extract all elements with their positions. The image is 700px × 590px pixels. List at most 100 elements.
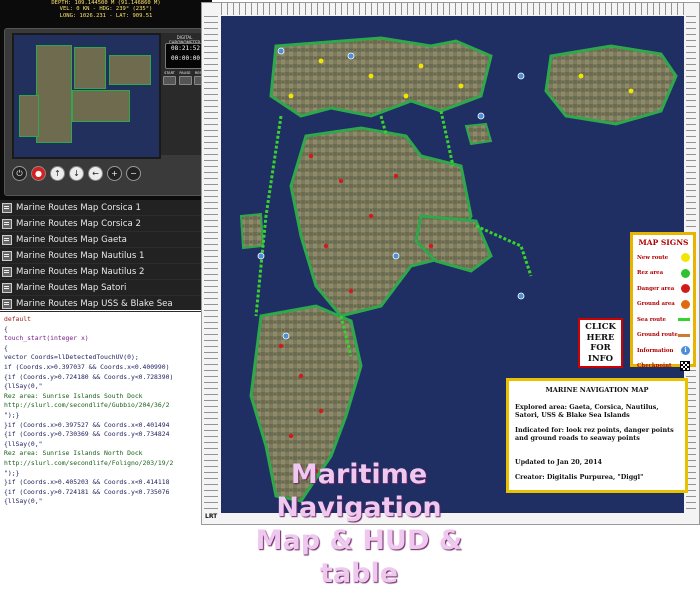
- pause-button[interactable]: PAUSE: [178, 71, 192, 85]
- notecard-icon: [2, 282, 12, 293]
- legend-label: Rez area: [637, 270, 664, 277]
- legend-label: Danger area: [637, 285, 675, 292]
- script-line: {llSay(0,": [4, 497, 43, 506]
- legend-row: Ground area: [637, 297, 690, 313]
- script-line: {if (Coords.y>0.724181 && Coords.y<0.735…: [4, 487, 170, 496]
- legend-row: Ground route: [637, 328, 690, 344]
- script-line: Rez area: Sunrise Islands South Dock: [4, 391, 143, 400]
- menu-item-corsica-1[interactable]: Marine Routes Map Corsica 1: [0, 200, 212, 216]
- info-title: MARINE NAVIGATION MAP: [545, 386, 649, 394]
- script-line: http://slurl.com/secondlife/Foligno/203/…: [4, 458, 174, 467]
- zoom-out-icon[interactable]: −: [126, 165, 141, 181]
- info-indicated: Indicated for: look rez points, danger p…: [515, 426, 674, 442]
- script-line: http://slurl.com/secondlife/Gubbio/204/3…: [4, 401, 170, 410]
- information-icon: i: [681, 346, 690, 356]
- down-arrow-icon[interactable]: ↓: [69, 165, 84, 181]
- notecard-icon: [2, 250, 12, 261]
- script-line: touch_start(integer x): [4, 334, 89, 343]
- hud-minimap[interactable]: [12, 33, 161, 159]
- legend-dot-icon: [681, 268, 690, 278]
- zoom-in-icon[interactable]: +: [107, 165, 122, 181]
- map-ruler-top: [221, 3, 684, 15]
- map-ruler-left: [204, 16, 218, 513]
- checkpoint-icon: [680, 361, 690, 372]
- legend-row: Rez area: [637, 266, 690, 282]
- legend-line-icon: [678, 318, 690, 322]
- info-explored: Explored area: Gaeta, Corsica, Nautilus,…: [515, 403, 659, 419]
- script-line: {: [4, 324, 8, 333]
- menu-item-satori[interactable]: Marine Routes Map Satori: [0, 280, 212, 296]
- menu-item-label: Marine Routes Map Nautilus 1: [16, 250, 145, 261]
- hud-button-row: ⏻ ● ↑ ↓ ← + −: [12, 160, 208, 186]
- menu-item-gaeta[interactable]: Marine Routes Map Gaeta: [0, 232, 212, 248]
- up-arrow-icon[interactable]: ↑: [50, 165, 65, 181]
- map-corner-label: LRT: [205, 513, 218, 520]
- notecard-icon: [2, 218, 12, 229]
- menu-item-label: Marine Routes Map USS & Blake Sea: [16, 298, 173, 309]
- notecard-icon: [2, 234, 12, 245]
- legend-dot-icon: [681, 253, 690, 263]
- notecard-icon: [2, 298, 12, 309]
- script-line: default: [4, 315, 31, 323]
- legend-label: Checkpoint: [637, 363, 672, 370]
- islet: [239, 212, 265, 250]
- click-for-info-button[interactable]: CLICK HERE FOR INFO: [578, 318, 623, 368]
- position-readout: LONG: 1026.231 - LAT: 909.51: [59, 12, 153, 19]
- menu-item-label: Marine Routes Map Nautilus 2: [16, 266, 145, 277]
- legend-row: Information i: [637, 343, 690, 359]
- script-line: {: [4, 343, 8, 352]
- click-line-4: INFO: [587, 353, 614, 364]
- minimap-island: [36, 45, 72, 143]
- minimap-island: [72, 90, 130, 122]
- menu-item-uss-blake-sea[interactable]: Marine Routes Map USS & Blake Sea: [0, 296, 212, 312]
- menu-item-nautilus-2[interactable]: Marine Routes Map Nautilus 2: [0, 264, 212, 280]
- script-line: {if (Coords.y>0.730369 && Coords.y<0.734…: [4, 430, 170, 439]
- legend-title: MAP SIGNS: [638, 238, 689, 247]
- hud-readout: DEPTH: 109.144500 M (91.146860 M) VEL: 0…: [0, 0, 212, 19]
- menu-item-nautilus-1[interactable]: Marine Routes Map Nautilus 1: [0, 248, 212, 264]
- left-arrow-icon[interactable]: ←: [88, 165, 103, 181]
- script-line: {if (Coords.y>0.724180 && Coords.y<0.728…: [4, 372, 174, 381]
- timer-button-label: START: [164, 71, 175, 75]
- power-icon[interactable]: ⏻: [12, 165, 27, 181]
- menu-item-label: Marine Routes Map Satori: [16, 282, 127, 293]
- map-signs-legend: MAP SIGNS New route Rez area Danger area Gr…: [630, 232, 696, 372]
- script-line: ");}: [4, 468, 20, 477]
- legend-dot-icon: [681, 284, 690, 294]
- clock-time: 08:21:52: [171, 45, 200, 52]
- click-line-2: HERE: [586, 332, 615, 343]
- script-line: {llSay(0,": [4, 439, 43, 448]
- legend-row: Sea route: [637, 312, 690, 328]
- legend-row: Danger area: [637, 281, 690, 297]
- stop-icon[interactable]: ●: [31, 165, 46, 181]
- script-line: vector Coords=llDetectedTouchUV(0);: [4, 353, 139, 362]
- menu-item-label: Marine Routes Map Corsica 2: [16, 218, 141, 229]
- island-north: [269, 36, 493, 118]
- map-info-box: MARINE NAVIGATION MAP Explored area: Gae…: [506, 378, 688, 493]
- menu-item-corsica-2[interactable]: Marine Routes Map Corsica 2: [0, 216, 212, 232]
- islet: [464, 122, 493, 146]
- script-line: }if (Coords.x>0.405203 && Coords.x<0.414…: [4, 478, 170, 487]
- click-line-3: FOR: [590, 343, 611, 353]
- clock-timer: 00:00:00: [171, 55, 200, 62]
- start-button[interactable]: START: [163, 71, 176, 85]
- script-line: if (Coords.x>0.397037 && Coords.x<0.4009…: [4, 362, 170, 371]
- legend-row: New route: [637, 250, 690, 266]
- legend-dot-icon: [681, 299, 690, 309]
- chronometer-display: 08:21:52 00:00:00: [165, 43, 206, 69]
- legend-line-icon: [678, 333, 690, 337]
- menu-item-label: Marine Routes Map Gaeta: [16, 234, 127, 245]
- overlay-title-line-2: Map & HUD & table: [255, 525, 463, 589]
- legend-label: Ground area: [637, 301, 675, 308]
- script-line: }if (Coords.x>0.397527 && Coords.x<0.401…: [4, 420, 170, 429]
- minimap-island: [74, 47, 106, 89]
- script-line: ");}: [4, 410, 20, 419]
- lsl-script-panel[interactable]: default{touch_start(integer x){vector Co…: [0, 312, 212, 525]
- legend-row: Checkpoint: [637, 359, 690, 375]
- info-creator: Creator: Digitalis Purpurea, "Diggl": [515, 473, 644, 481]
- menu-item-label: Marine Routes Map Corsica 1: [16, 202, 141, 213]
- timer-button-label: PAUSE: [179, 71, 191, 75]
- legend-label: Sea route: [637, 316, 666, 323]
- overlay-title: Maritime Navigation Map & HUD & table: [214, 458, 504, 590]
- script-line: Rez area: Sunrise Islands North Dock: [4, 449, 143, 458]
